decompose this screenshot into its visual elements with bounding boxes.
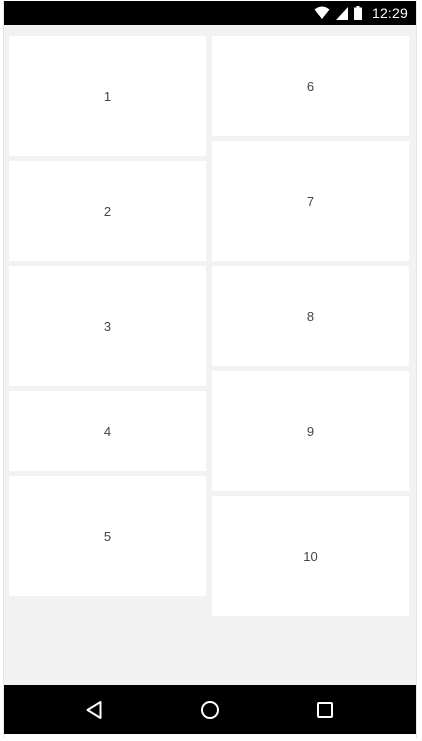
grid-card[interactable]: 2 xyxy=(9,161,206,261)
navigation-bar xyxy=(4,685,416,734)
recents-button[interactable] xyxy=(312,697,338,723)
battery-icon xyxy=(353,6,362,20)
card-label: 4 xyxy=(103,423,112,439)
grid-card[interactable]: 4 xyxy=(9,391,206,471)
grid-card[interactable]: 8 xyxy=(212,266,409,366)
grid-card[interactable]: 9 xyxy=(212,371,409,491)
card-label: 5 xyxy=(103,528,112,544)
grid-column-right: 6 7 8 9 10 xyxy=(212,36,409,621)
grid-card[interactable]: 5 xyxy=(9,476,206,596)
staggered-grid[interactable]: 1 2 3 4 5 6 7 8 9 10 xyxy=(4,25,416,685)
grid-card[interactable]: 1 xyxy=(9,36,206,156)
card-label: 7 xyxy=(306,193,315,209)
cell-signal-icon xyxy=(335,6,348,20)
back-icon xyxy=(85,700,103,720)
card-label: 10 xyxy=(303,548,318,564)
card-label: 9 xyxy=(306,423,315,439)
grid-card[interactable]: 10 xyxy=(212,496,409,616)
grid-card[interactable]: 3 xyxy=(9,266,206,386)
grid-card[interactable]: 6 xyxy=(212,36,409,136)
card-label: 8 xyxy=(306,308,315,324)
back-button[interactable] xyxy=(81,697,107,723)
status-icons: 12:29 xyxy=(314,1,408,25)
status-bar: 12:29 xyxy=(4,1,416,25)
home-icon xyxy=(200,700,220,720)
card-label: 1 xyxy=(103,88,112,104)
card-label: 3 xyxy=(103,318,112,334)
wifi-icon xyxy=(314,6,330,20)
phone-screen: 12:29 1 2 3 4 5 6 7 8 9 10 xyxy=(3,1,417,738)
recents-icon xyxy=(316,701,334,719)
grid-column-left: 1 2 3 4 5 xyxy=(9,36,206,601)
card-label: 2 xyxy=(103,203,112,219)
card-label: 6 xyxy=(306,78,315,94)
clock: 12:29 xyxy=(371,5,408,21)
grid-card[interactable]: 7 xyxy=(212,141,409,261)
home-button[interactable] xyxy=(197,697,223,723)
bottom-edge xyxy=(4,734,416,738)
